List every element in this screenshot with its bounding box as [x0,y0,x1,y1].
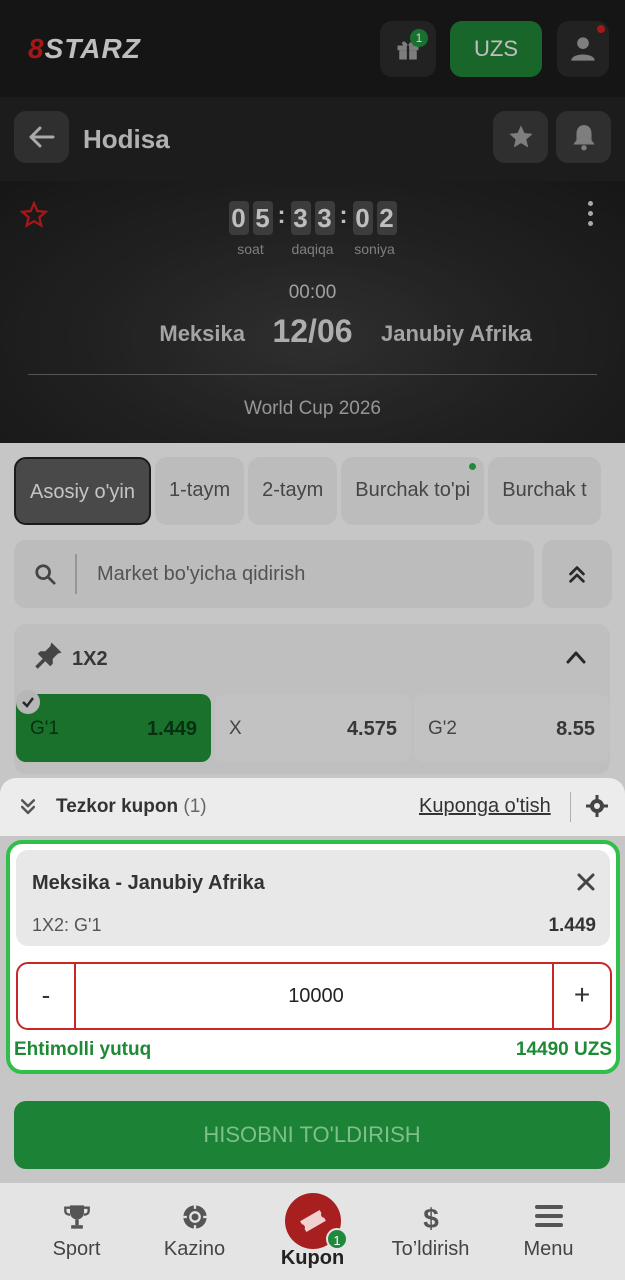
increase-stake-button[interactable]: + [552,964,610,1028]
search-icon [34,563,56,590]
brand-logo[interactable]: 8STARZ [28,33,141,65]
tab-corners[interactable]: Burchak to'pi [341,457,485,525]
timer-label-minutes: daqiqa [291,241,334,257]
timer-digit: 0 [352,201,373,235]
notification-dot [597,25,605,33]
odd-button-draw[interactable]: X 4.575 [215,694,411,762]
nav-label: Sport [52,1238,101,1260]
league-name: World Cup 2026 [244,398,381,419]
stake-input[interactable] [76,964,556,1028]
nav-sport[interactable]: Sport [14,1183,139,1280]
bet-market: 1X2: G'1 [32,915,102,935]
quick-coupon-card: Meksika - Janubiy Afrika 1X2: G'1 1.449 … [6,840,620,1074]
tab-second-half[interactable]: 2-taym [248,457,338,525]
go-to-coupon-link[interactable]: Kuponga o'tish [419,795,551,818]
nav-label: To’ldirish [391,1238,470,1260]
top-header: 8STARZ 1 UZS [0,0,625,97]
trophy-icon [14,1203,139,1231]
coupon-count: (1) [183,796,207,817]
close-icon[interactable] [576,872,596,897]
odd-value: 8.55 [556,718,595,740]
bet-odd: 1.449 [548,915,596,936]
bell-icon [572,125,595,151]
nav-kazino[interactable]: Kazino [132,1183,257,1280]
back-button[interactable] [14,111,69,163]
search-input[interactable] [97,540,517,608]
event-hero: 0 5 soat : 3 3 daqiqa : 0 2 soniya 00:00… [0,181,625,443]
chevron-double-up-icon [569,566,585,583]
team-away: Janubiy Afrika [381,321,532,346]
odd-value: 4.575 [346,718,397,740]
market-title: 1X2 [72,648,108,670]
tab-corners-more[interactable]: Burchak t [488,457,601,525]
quick-coupon-header: Tezkor kupon (1) Kuponga o'tish [0,778,625,836]
notifications-button[interactable] [556,111,611,163]
star-icon [508,125,533,148]
market-search [14,540,534,608]
dollar-icon: $ [368,1203,493,1233]
match-time: 00:00 [288,282,337,303]
deposit-button[interactable]: HISOBNI TO'LDIRISH [14,1101,610,1169]
divider [570,792,571,822]
timer-label-seconds: soniya [354,241,395,257]
nav-toldirish[interactable]: $ To’ldirish [368,1183,493,1280]
nav-label: Kupon [280,1247,345,1269]
gift-button[interactable]: 1 [380,21,436,77]
bet-item: Meksika - Janubiy Afrika 1X2: G'1 1.449 [16,850,610,946]
coupon-title: Tezkor kupon (1) [56,796,207,818]
timer-label-hours: soat [237,241,264,257]
tab-label: Burchak to'pi [355,479,471,501]
odd-button-away[interactable]: G'2 8.55 [414,694,609,762]
collapse-all-button[interactable] [542,540,612,608]
odd-value: 1.449 [146,718,197,740]
nav-menu[interactable]: Menu [486,1183,611,1280]
event-subheader: Hodisa [0,97,625,181]
tab-main-game[interactable]: Asosiy o'yin [14,457,151,525]
countdown-timer: 0 5 soat : 3 3 daqiqa : 0 2 soniya [0,201,625,257]
coupon-title-text: Tezkor kupon [56,796,179,817]
page-title: Hodisa [83,124,170,154]
potential-win-value: 14490 UZS [515,1039,612,1060]
timer-digit: 0 [228,201,249,235]
odd-name: G'1 [30,718,59,739]
odd-name: G'2 [428,718,457,739]
svg-text:$: $ [423,1203,439,1233]
gear-icon[interactable] [585,794,609,823]
potential-win-label: Ehtimolli yutuq [14,1039,152,1060]
timer-digit: 2 [376,201,397,235]
user-icon [571,37,595,61]
favorite-button[interactable] [493,111,548,163]
check-icon [16,690,40,714]
timer-digit: 5 [252,201,273,235]
currency-button[interactable]: UZS [450,21,542,77]
odd-button-home[interactable]: G'1 1.449 [16,690,211,762]
nav-label: Kazino [163,1238,226,1260]
gift-count-badge: 1 [410,29,428,47]
tab-first-half[interactable]: 1-taym [154,457,245,525]
market-1x2: 1X2 G'1 1.449 X 4.575 G'2 8.55 [14,624,610,774]
nav-label: Menu [523,1238,574,1260]
divider [75,554,77,594]
chevron-double-down-icon[interactable] [18,796,38,823]
logo-text: STARZ [44,33,141,64]
timer-digit: 3 [290,201,311,235]
casino-chip-icon [132,1203,257,1231]
hamburger-menu-icon [486,1203,611,1229]
pin-icon[interactable] [34,640,64,675]
stake-stepper: - + [16,962,612,1030]
timer-digit: 3 [314,201,335,235]
arrow-left-icon [29,126,54,148]
odd-name: X [229,718,242,739]
new-indicator-dot [469,463,477,470]
chevron-up-icon[interactable] [566,650,586,669]
bet-match-name: Meksika - Janubiy Afrika [32,872,265,894]
profile-button[interactable] [557,21,609,77]
market-tabs: Asosiy o'yin 1-taym 2-taym Burchak to'pi Bur… [14,457,625,525]
decrease-stake-button[interactable]: - [18,964,76,1028]
logo-number: 8 [28,33,45,64]
coupon-count-badge: 1 [326,1228,348,1250]
divider [28,374,597,375]
